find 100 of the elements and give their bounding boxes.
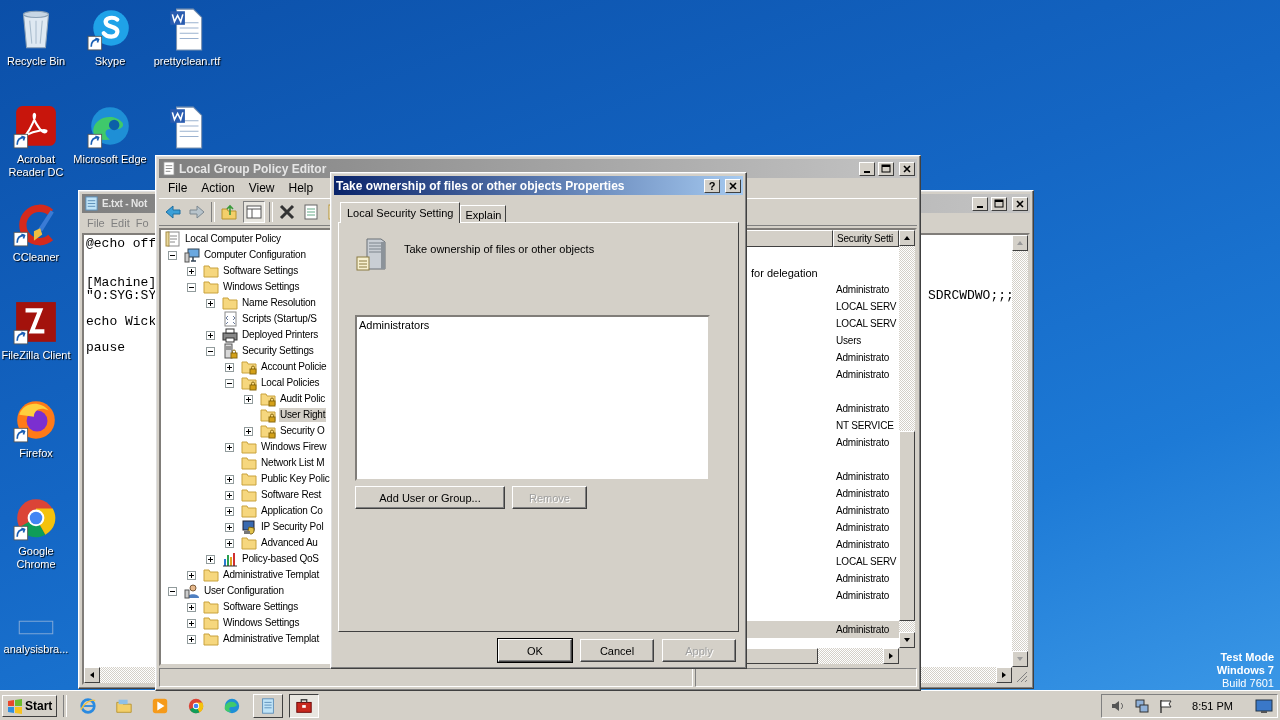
tab[interactable]: Explain <box>460 205 507 223</box>
table-cell: Administrato <box>836 352 890 363</box>
scroll-up-button[interactable] <box>1012 235 1028 251</box>
folder-icon <box>203 631 219 647</box>
scroll-down-button[interactable] <box>899 632 915 648</box>
dialog-button[interactable]: OK <box>498 639 572 662</box>
tree-item[interactable]: Software Rest <box>260 488 323 502</box>
right-arrow-icon <box>1000 671 1008 679</box>
expand-button[interactable] <box>206 554 215 564</box>
expand-button[interactable] <box>187 570 196 580</box>
scroll-down-button[interactable] <box>1012 651 1028 667</box>
tree-item[interactable]: Computer Configuration <box>203 248 307 262</box>
expand-button[interactable] <box>225 474 234 484</box>
network-icon[interactable] <box>1134 697 1151 714</box>
start-button[interactable]: Start <box>2 694 58 717</box>
folder-icon <box>203 615 219 631</box>
tree-item[interactable]: Local Policies <box>260 376 321 390</box>
expand-button[interactable] <box>244 426 253 436</box>
expand-button[interactable] <box>187 266 196 276</box>
taskbar-button[interactable] <box>289 693 320 718</box>
menu-item[interactable]: Action <box>194 181 242 195</box>
expand-button[interactable] <box>225 538 234 548</box>
tree-item[interactable]: IP Security Pol <box>260 520 325 534</box>
table-cell: Administrato <box>836 522 890 533</box>
menu-item[interactable]: File <box>161 181 195 195</box>
tree-pane-icon[interactable] <box>243 201 265 223</box>
tree-item[interactable]: Local Computer Policy <box>184 232 282 246</box>
browser-icon[interactable] <box>187 696 206 715</box>
collapse-button[interactable] <box>206 346 215 356</box>
collapse-button[interactable] <box>168 586 177 596</box>
collapse-button[interactable] <box>225 378 234 388</box>
collapse-button[interactable] <box>168 250 177 260</box>
folder-icon <box>241 503 257 519</box>
tree-item[interactable]: User Right <box>279 408 327 422</box>
tree-item[interactable]: Scripts (Startup/S <box>241 312 318 326</box>
transfer-app-icon[interactable] <box>13 300 59 346</box>
tree-item[interactable]: Windows Settings <box>222 616 301 630</box>
flag-icon[interactable] <box>1158 697 1175 714</box>
dialog-button[interactable]: Add User or Group... <box>355 486 505 509</box>
tree-item[interactable]: Network List M <box>260 456 326 470</box>
folder-icon <box>241 455 257 471</box>
expand-button[interactable] <box>225 442 234 452</box>
scroll-left-button[interactable] <box>84 667 100 683</box>
close-icon <box>1015 198 1025 209</box>
expand-button[interactable] <box>225 490 234 500</box>
desktop-icon-label: Recycle Bin <box>5 55 67 68</box>
tab[interactable]: Local Security Setting <box>340 202 461 223</box>
folder-icon <box>203 279 219 295</box>
tree-item[interactable]: Public Key Polic <box>260 472 331 486</box>
tree-item[interactable]: Name Resolution <box>241 296 317 310</box>
tree-item[interactable]: Audit Polic <box>279 392 327 406</box>
scroll-right-button[interactable] <box>996 667 1012 683</box>
delete-icon[interactable] <box>277 202 297 222</box>
expand-button[interactable] <box>187 618 196 628</box>
tree-item[interactable]: Security O <box>279 424 326 438</box>
scrollbar[interactable] <box>1012 235 1028 667</box>
tree-item[interactable]: Administrative Templat <box>222 568 320 582</box>
expand-button[interactable] <box>225 362 234 372</box>
menu-item[interactable]: Help <box>281 181 321 195</box>
back-arrow-icon[interactable] <box>163 202 183 222</box>
list-box[interactable]: Administrators <box>355 315 710 481</box>
list-item[interactable]: Administrators <box>359 318 430 332</box>
column-header[interactable]: Security Setti <box>833 230 899 247</box>
expand-button[interactable] <box>225 506 234 516</box>
notepad-icon <box>84 196 99 211</box>
tree-item[interactable]: Advanced Au <box>260 536 319 550</box>
tree-item[interactable]: Deployed Printers <box>241 328 320 342</box>
dialog-button[interactable]: Cancel <box>580 639 654 662</box>
tree-item[interactable]: Account Policie <box>260 360 328 374</box>
collapse-button[interactable] <box>187 282 196 292</box>
expand-button[interactable] <box>187 602 196 612</box>
expand-button[interactable] <box>206 330 215 340</box>
help-button[interactable]: ? <box>704 178 720 193</box>
menu-item[interactable]: View <box>241 181 282 195</box>
tree-item[interactable]: Windows Firew <box>260 440 328 454</box>
close-button[interactable] <box>725 178 741 193</box>
clock[interactable]: 8:51 PM <box>1192 699 1233 712</box>
scroll-right-button[interactable] <box>883 648 899 664</box>
show-desktop-icon[interactable] <box>1255 697 1273 714</box>
pdf-app-icon[interactable] <box>13 104 59 150</box>
tree-item[interactable]: Software Settings <box>222 264 299 278</box>
tree-item[interactable]: Application Co <box>260 504 324 518</box>
tree-item[interactable]: Security Settings <box>241 344 315 358</box>
tree-item[interactable]: Policy-based QoS <box>241 552 320 566</box>
tree-item[interactable]: Software Settings <box>222 600 299 614</box>
scroll-up-button[interactable] <box>899 230 915 246</box>
expand-button[interactable] <box>225 522 234 532</box>
tree-item[interactable]: Administrative Templat <box>222 632 320 646</box>
expand-button[interactable] <box>206 298 215 308</box>
tree-item[interactable]: User Configuration <box>203 584 285 598</box>
os-build-text: Windows 7 <box>1216 664 1274 677</box>
tree-item[interactable]: Windows Settings <box>222 280 301 294</box>
expand-button[interactable] <box>187 634 196 644</box>
desktop-icon-label: Microsoft Edge <box>73 153 147 166</box>
script-icon <box>222 311 238 327</box>
expand-button[interactable] <box>244 394 253 404</box>
scrollbar[interactable] <box>899 230 915 648</box>
table-cell: Administrato <box>836 369 890 380</box>
scroll-thumb[interactable] <box>899 431 915 621</box>
toolbox-icon[interactable] <box>295 696 314 715</box>
